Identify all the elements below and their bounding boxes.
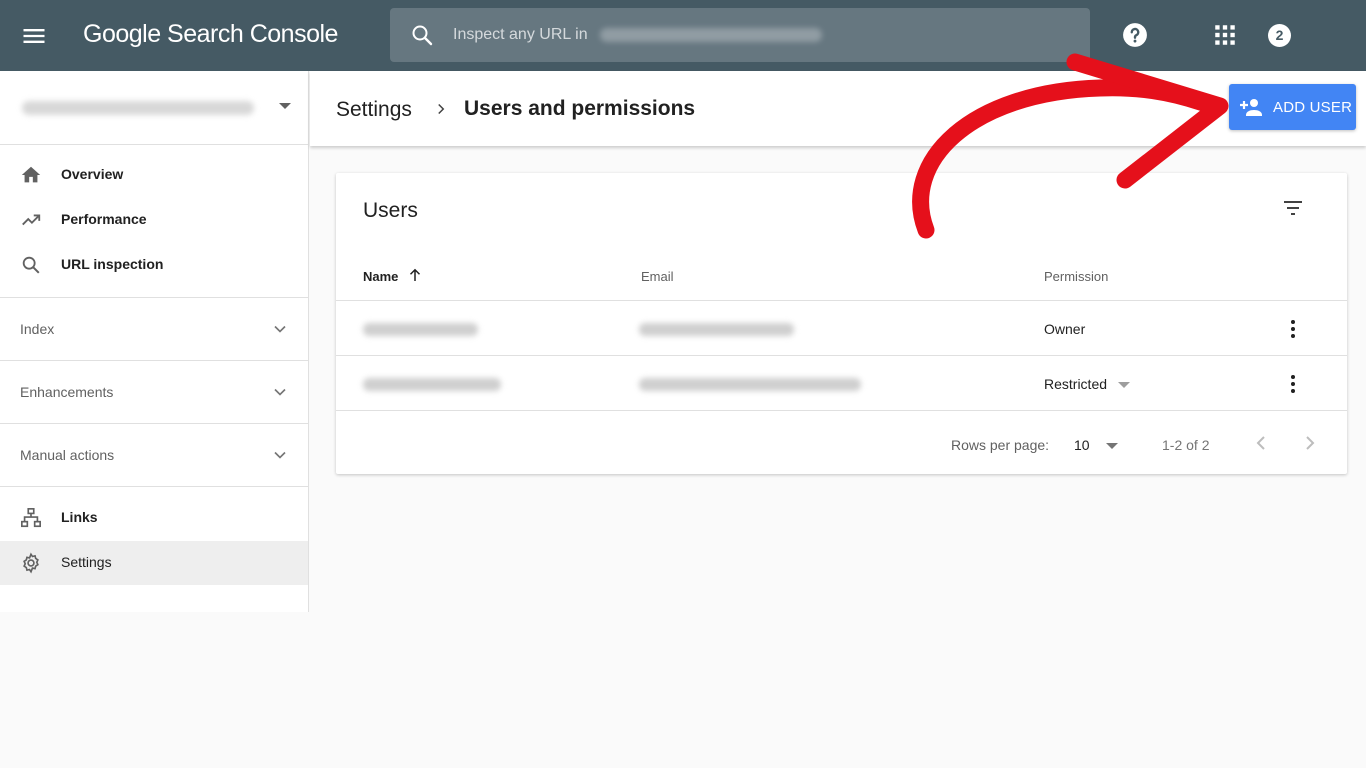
- home-icon: [21, 166, 41, 183]
- previous-page-icon[interactable]: [1249, 431, 1273, 455]
- sort-ascending-icon[interactable]: [406, 266, 424, 284]
- chevron-down-icon: [274, 451, 286, 459]
- dropdown-caret-icon: [279, 103, 291, 109]
- chevron-down-icon: [274, 325, 286, 333]
- apps-icon[interactable]: [1212, 22, 1238, 48]
- dropdown-caret-icon[interactable]: [1106, 443, 1118, 449]
- search-icon: [412, 25, 433, 46]
- add-user-button[interactable]: ADD USER: [1229, 84, 1356, 130]
- table-pagination: Rows per page: 10 1-2 of 2: [336, 410, 1347, 474]
- rows-per-page-label: Rows per page:: [951, 437, 1050, 453]
- search-input[interactable]: Inspect any URL in: [453, 26, 588, 44]
- filter-icon[interactable]: [1281, 196, 1305, 220]
- blurred-user-name: [363, 378, 501, 391]
- notifications-badge[interactable]: 2: [1268, 24, 1291, 47]
- sidebar-item-performance[interactable]: Performance: [0, 198, 308, 242]
- breadcrumb-settings[interactable]: Settings: [336, 98, 412, 122]
- card-title: Users: [363, 199, 418, 222]
- dropdown-caret-icon[interactable]: [1118, 382, 1130, 388]
- add-user-label: ADD USER: [1273, 99, 1353, 116]
- sidebar-divider: [0, 486, 308, 487]
- person-add-icon: [1240, 99, 1262, 116]
- sidebar-item-label: Overview: [61, 166, 124, 182]
- table-row: Restricted: [336, 355, 1347, 410]
- blurred-user-email: [639, 378, 861, 391]
- help-icon[interactable]: [1122, 22, 1148, 48]
- sidebar-section-manual-actions[interactable]: Manual actions: [0, 423, 308, 486]
- sidebar-item-label: Settings: [61, 554, 112, 570]
- sidebar-item-settings[interactable]: Settings: [0, 541, 308, 585]
- rows-per-page-select[interactable]: 10: [1074, 437, 1090, 453]
- chevron-right-icon: [438, 103, 445, 115]
- page-title: Users and permissions: [464, 97, 696, 120]
- sidebar-item-label: Performance: [61, 211, 147, 227]
- top-app-bar: Google Search Console Inspect any URL in…: [0, 0, 1366, 71]
- more-options-icon[interactable]: [1281, 317, 1305, 341]
- sidebar-item-links[interactable]: Links: [0, 496, 308, 540]
- permission-dropdown[interactable]: Restricted: [1044, 376, 1107, 392]
- next-page-icon[interactable]: [1298, 431, 1322, 455]
- pagination-range: 1-2 of 2: [1162, 437, 1210, 453]
- sidebar-section-label: Index: [20, 321, 55, 337]
- links-icon: [21, 508, 41, 528]
- sidebar: Overview Performance URL inspection Inde…: [0, 71, 309, 612]
- trending-up-icon: [22, 214, 41, 226]
- sidebar-item-overview[interactable]: Overview: [0, 153, 308, 197]
- table-row: Owner: [336, 300, 1347, 355]
- column-header-name[interactable]: Name: [363, 269, 398, 284]
- page-header: Settings Users and permissions: [310, 71, 1366, 146]
- property-selector[interactable]: [0, 71, 308, 145]
- blurred-user-email: [639, 323, 794, 336]
- search-icon: [22, 256, 40, 274]
- app-title: Google Search Console: [83, 20, 338, 48]
- sidebar-section-index[interactable]: Index: [0, 297, 308, 360]
- more-options-icon[interactable]: [1281, 372, 1305, 396]
- blurred-property-url: [600, 28, 822, 42]
- sidebar-section-label: Enhancements: [20, 384, 114, 400]
- sidebar-item-label: URL inspection: [61, 256, 164, 272]
- blurred-user-name: [363, 323, 478, 336]
- sidebar-item-label: Links: [61, 509, 98, 525]
- sidebar-item-url-inspection[interactable]: URL inspection: [0, 243, 308, 287]
- column-header-permission: Permission: [1044, 269, 1109, 284]
- blurred-property-name: [22, 101, 254, 115]
- gear-icon: [23, 552, 39, 574]
- url-inspection-search[interactable]: Inspect any URL in: [390, 8, 1090, 62]
- column-header-email: Email: [641, 269, 674, 284]
- sidebar-section-label: Manual actions: [20, 447, 115, 463]
- menu-icon[interactable]: [20, 22, 48, 50]
- sidebar-section-enhancements[interactable]: Enhancements: [0, 360, 308, 423]
- chevron-down-icon: [274, 388, 286, 396]
- users-card: Users Name Email Permission Owner Restri…: [336, 173, 1347, 474]
- permission-value: Owner: [1044, 321, 1086, 337]
